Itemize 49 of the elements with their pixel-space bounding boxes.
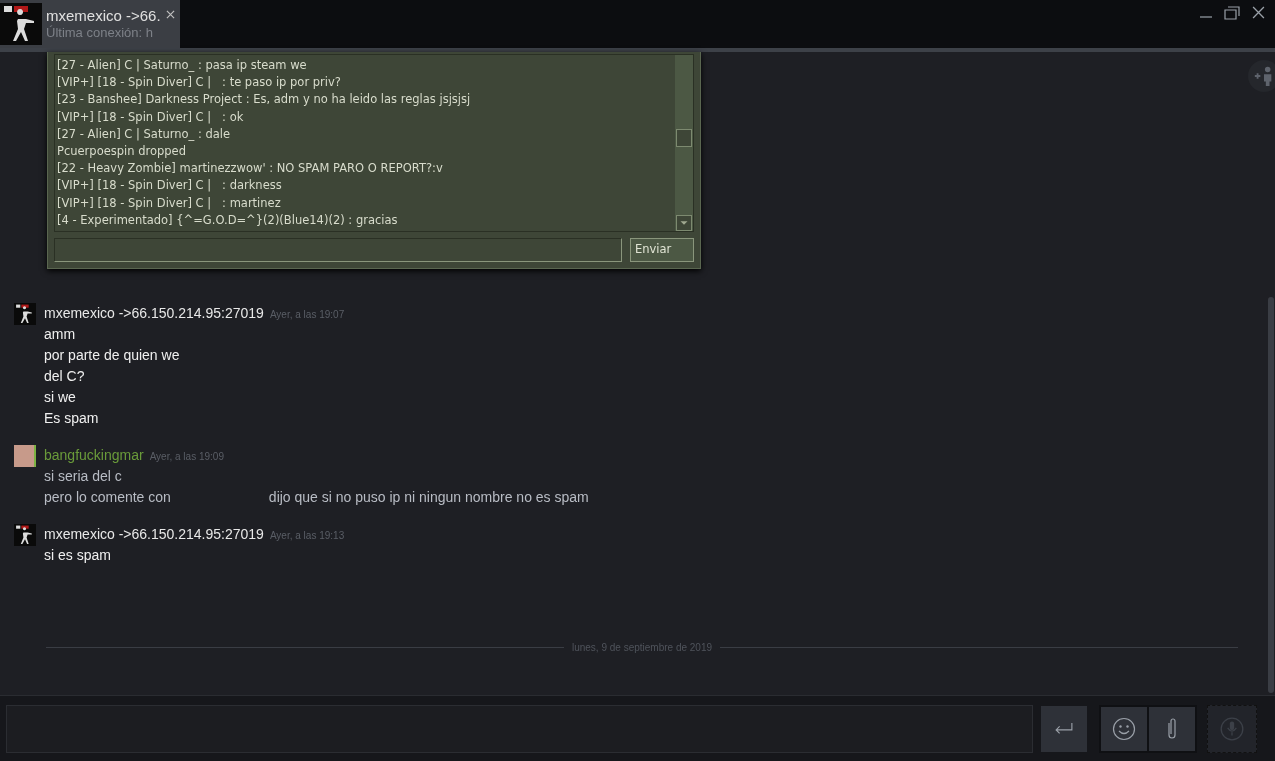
message-text: amm <box>44 325 76 344</box>
message-text: por parte de quien we <box>44 346 180 365</box>
microphone-bubble-icon <box>1219 715 1245 742</box>
soldier-avatar <box>14 303 36 325</box>
sender-name: mxemexico ->66.150.214.95:27019 <box>44 304 264 323</box>
message-text: del C? <box>44 367 85 386</box>
message-text: si seria del c <box>44 467 122 486</box>
game-chat-line: [VIP+] [18 - Spin Diver] C | : martinez <box>57 194 282 212</box>
sender-name: bangfuckingmar <box>44 446 144 465</box>
game-chat-line: [VIP+] [18 - Spin Diver] C | : darkness <box>57 177 283 195</box>
message-text: pero lo comente con <box>44 488 171 507</box>
scrollbar[interactable] <box>675 55 693 231</box>
photo-placeholder <box>14 445 36 467</box>
game-chat-line: Pcuerpoespin dropped <box>57 143 187 160</box>
chat-tab[interactable]: mxemexico ->66. Última conexión: h <box>0 0 180 48</box>
close-icon[interactable] <box>166 10 175 19</box>
add-friend-button[interactable] <box>1248 60 1275 92</box>
game-chat-line: [27 - Alien] C | Saturno_ : dale <box>57 125 232 143</box>
game-chat-line: [4 - Experimentado] {^=G.O.D=^}(2)(Blue14)(2) : gracias <box>57 211 399 229</box>
restore-icon[interactable] <box>1224 6 1240 20</box>
message-time: Ayer, a las 19:07 <box>269 308 345 322</box>
tab-title: mxemexico ->66. <box>46 6 161 25</box>
voice-button[interactable] <box>1207 704 1257 753</box>
game-chat-line: [22 - Heavy Zombie] martinezzwow' : NO SPAM PARO O REPORT?:v <box>57 160 444 178</box>
last-seen-text: Última conexión: h <box>46 25 154 42</box>
smiley-icon <box>1112 716 1136 741</box>
scrollbar[interactable] <box>1268 297 1274 693</box>
game-chat-line: [23 - Banshee] Darkness Project : Es, adm y no ha leido las reglas jsjsjsj <box>57 91 472 109</box>
message-text: Es spam <box>44 409 99 428</box>
enter-icon <box>1053 721 1075 736</box>
send-button[interactable] <box>1041 705 1087 752</box>
game-chat-line: [VIP+] [18 - Spin Diver] C | : te paso ip por priv? <box>57 74 342 92</box>
game-chat-input[interactable] <box>54 238 622 262</box>
message-time: Ayer, a las 19:13 <box>269 529 345 543</box>
soldier-avatar <box>0 3 42 45</box>
message-text: si es spam <box>44 546 111 565</box>
attach-button[interactable] <box>1149 706 1195 751</box>
emoji-button[interactable] <box>1101 706 1147 751</box>
send-button[interactable]: Enviar <box>630 238 694 262</box>
soldier-avatar <box>14 524 36 546</box>
message-text: si we <box>44 388 76 407</box>
sender-name: mxemexico ->66.150.214.95:27019 <box>44 525 264 544</box>
scroll-thumb[interactable] <box>676 129 692 147</box>
close-icon[interactable] <box>1252 6 1265 19</box>
game-chat-line: [27 - Alien] C | Saturno_ : pasa ip steam we <box>57 57 308 74</box>
paperclip-icon <box>1166 716 1178 741</box>
game-chat-line: [VIP+] [18 - Spin Diver] C | : ok <box>57 108 245 126</box>
message-text: dijo que si no puso ip ni ningun nombre no es spam <box>268 488 589 507</box>
message-time: Ayer, a las 19:09 <box>149 450 224 464</box>
